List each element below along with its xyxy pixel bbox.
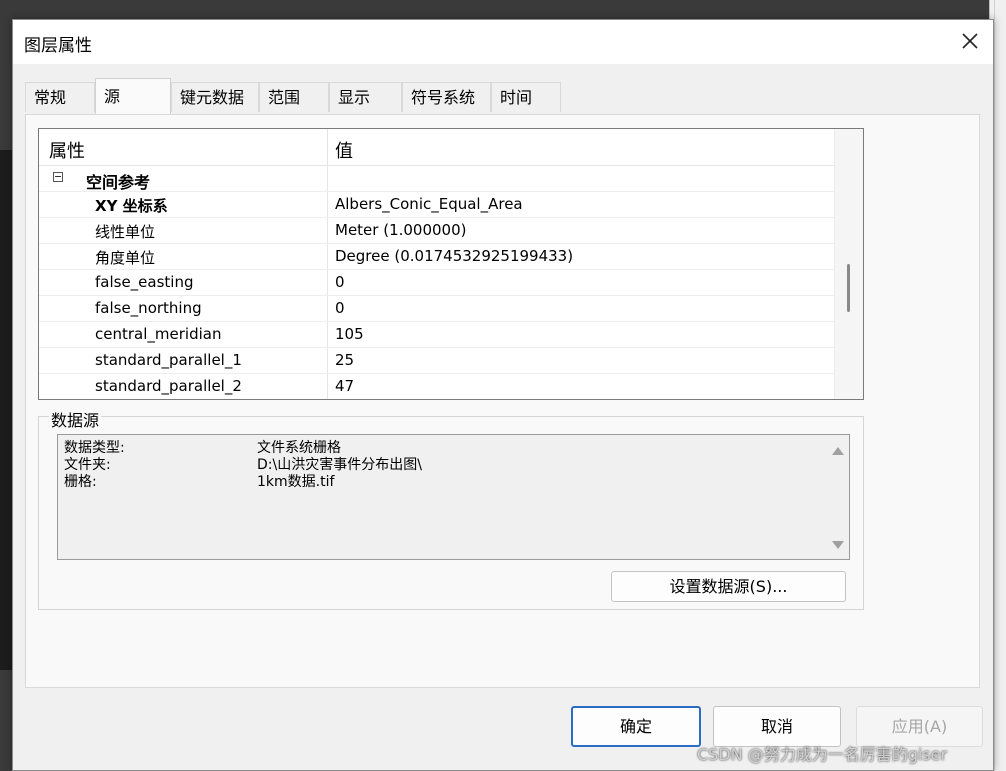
property-grid[interactable]: 属性 值 空间参考 XY 坐标系 Albers_Conic_Equal_Area… xyxy=(38,128,864,400)
row-key: 线性单位 xyxy=(95,223,156,241)
scrollbar-thumb[interactable] xyxy=(847,264,850,312)
title-bar: 图层属性 xyxy=(13,20,993,64)
row-value: 25 xyxy=(335,351,355,369)
tab-extent[interactable]: 范围 xyxy=(259,82,329,112)
datasource-info-box[interactable]: 数据类型: 文件系统栅格 文件夹: D:\山洪灾害事件分布出图\ 栅格: 1km… xyxy=(57,434,850,560)
close-icon xyxy=(962,33,978,49)
table-row[interactable]: XY 坐标系 Albers_Conic_Equal_Area xyxy=(39,192,834,218)
dialog-title: 图层属性 xyxy=(24,36,92,56)
row-key: false_easting xyxy=(95,273,194,291)
row-value: 105 xyxy=(335,325,364,343)
datasource-value: D:\山洪灾害事件分布出图\ xyxy=(257,457,422,473)
row-value: Albers_Conic_Equal_Area xyxy=(335,195,523,213)
layer-properties-dialog: 图层属性 常规 源 键元数据 范围 显示 符号系统 时间 属性 值 空间参考 X… xyxy=(12,19,994,771)
section-row-spatial-reference[interactable]: 空间参考 xyxy=(39,166,834,192)
tab-display[interactable]: 显示 xyxy=(329,82,402,112)
tab-time[interactable]: 时间 xyxy=(491,82,561,112)
row-key: standard_parallel_2 xyxy=(95,377,242,395)
datasource-value: 文件系统栅格 xyxy=(257,440,341,456)
grid-scrollbar[interactable] xyxy=(834,129,863,399)
row-key: XY 坐标系 xyxy=(95,197,168,215)
ok-button[interactable]: 确定 xyxy=(571,706,701,747)
table-row[interactable]: standard_parallel_1 25 xyxy=(39,348,834,374)
datasource-value: 1km数据.tif xyxy=(257,474,335,490)
header-value: 值 xyxy=(335,141,353,162)
watermark: CSDN @努力成为一名厉害的giser xyxy=(697,745,948,764)
table-row[interactable]: 角度单位 Degree (0.0174532925199433) xyxy=(39,244,834,270)
row-value: Degree (0.0174532925199433) xyxy=(335,247,574,265)
row-value: 0 xyxy=(335,299,345,317)
datasource-key: 数据类型: xyxy=(64,440,125,456)
datasource-key: 文件夹: xyxy=(64,457,111,473)
table-row[interactable]: 线性单位 Meter (1.000000) xyxy=(39,218,834,244)
scroll-up-arrow-icon[interactable] xyxy=(832,447,844,455)
tab-general[interactable]: 常规 xyxy=(25,82,95,112)
row-key: standard_parallel_1 xyxy=(95,351,242,369)
row-value: 0 xyxy=(335,273,345,291)
row-key: central_meridian xyxy=(95,325,222,343)
grid-header: 属性 值 xyxy=(39,129,834,166)
scroll-down-arrow-icon[interactable] xyxy=(832,541,844,549)
table-row[interactable]: standard_parallel_2 47 xyxy=(39,374,834,399)
datasource-group-label: 数据源 xyxy=(49,407,102,431)
table-row[interactable]: central_meridian 105 xyxy=(39,322,834,348)
set-data-source-button[interactable]: 设置数据源(S)... xyxy=(611,571,846,602)
row-value: 47 xyxy=(335,377,355,395)
datasource-scrollbar[interactable] xyxy=(827,435,849,559)
tab-key-metadata[interactable]: 键元数据 xyxy=(171,82,259,112)
tab-symbology[interactable]: 符号系统 xyxy=(402,82,491,112)
table-row[interactable]: false_easting 0 xyxy=(39,270,834,296)
header-property: 属性 xyxy=(49,141,85,162)
tab-source[interactable]: 源 xyxy=(95,78,171,114)
close-button[interactable] xyxy=(947,20,993,64)
row-value: Meter (1.000000) xyxy=(335,221,467,239)
table-row[interactable]: false_northing 0 xyxy=(39,296,834,322)
collapse-toggle-icon[interactable] xyxy=(53,172,63,182)
datasource-key: 栅格: xyxy=(64,474,97,490)
section-label: 空间参考 xyxy=(86,173,151,192)
row-key: false_northing xyxy=(95,299,202,317)
row-key: 角度单位 xyxy=(95,249,156,267)
